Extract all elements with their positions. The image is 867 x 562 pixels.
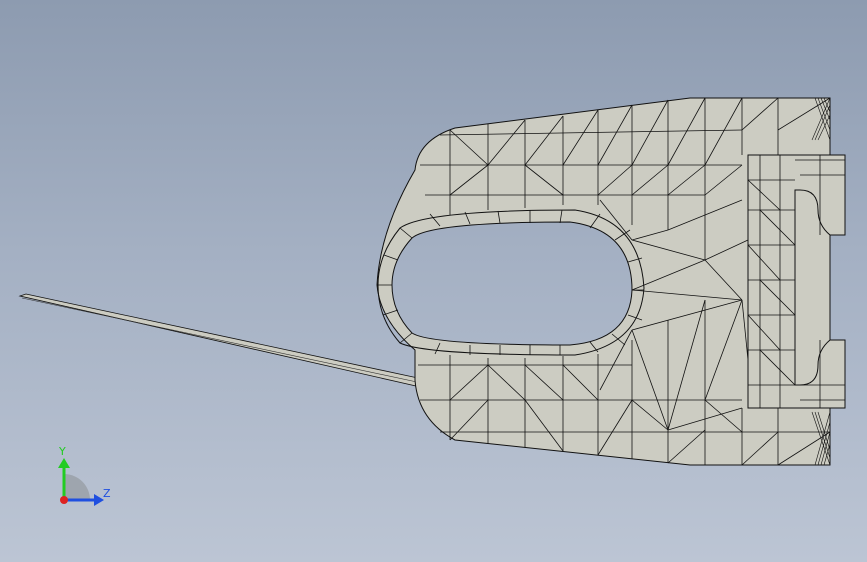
cad-graphics-viewport[interactable]: Y Z <box>0 0 867 562</box>
thin-rod[interactable] <box>18 293 419 387</box>
axis-triad: Y Z <box>58 445 111 506</box>
x-axis-dot <box>60 496 68 504</box>
triad-plane-icon <box>64 474 90 500</box>
triad-y-label: Y <box>58 445 66 458</box>
triad-z-label: Z <box>103 487 111 500</box>
meshed-part[interactable] <box>376 97 846 466</box>
